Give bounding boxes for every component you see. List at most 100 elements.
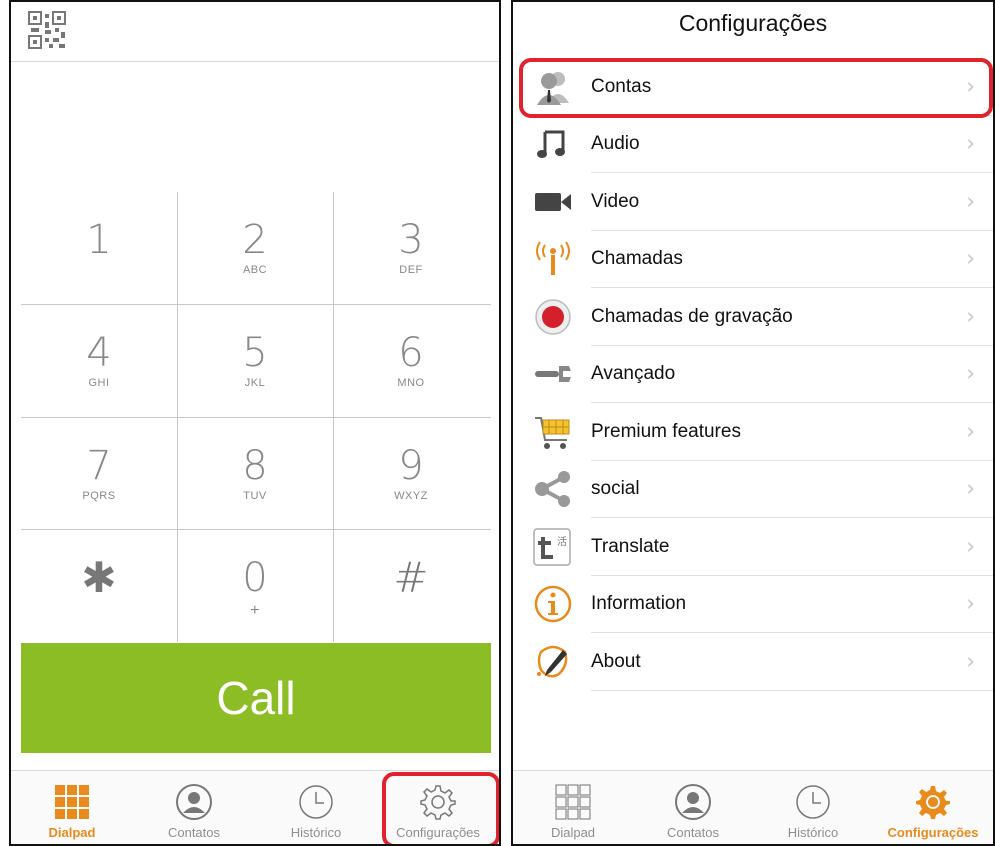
tab-label: Configurações xyxy=(396,825,480,840)
settings-item-video[interactable]: Video › xyxy=(513,173,993,231)
accounts-icon xyxy=(537,71,569,105)
tab-historico[interactable]: Histórico xyxy=(753,771,873,844)
settings-list: Contas › Audio › Video › Chamadas › Cham… xyxy=(513,58,993,691)
key-3[interactable]: 3 DEF xyxy=(333,192,489,304)
dialpad-icon xyxy=(55,785,89,819)
chevron-right-icon: › xyxy=(966,419,975,445)
key-digit: 8 xyxy=(242,443,268,489)
share-icon xyxy=(535,471,570,508)
settings-item-about[interactable]: About › xyxy=(513,633,993,691)
chevron-right-icon: › xyxy=(966,361,975,387)
key-hash[interactable]: # xyxy=(333,530,489,642)
chevron-right-icon: › xyxy=(966,246,975,272)
settings-gear-icon xyxy=(420,785,456,820)
translate-icon: 活 xyxy=(533,528,571,566)
history-icon xyxy=(796,785,830,819)
star-symbol: ✱ xyxy=(81,553,117,602)
history-icon xyxy=(299,785,333,819)
key-0[interactable]: 0 + xyxy=(177,530,333,642)
key-digit: 9 xyxy=(398,443,424,489)
settings-item-label: Information xyxy=(591,593,687,615)
tab-label: Histórico xyxy=(787,825,839,840)
key-letters: TUV xyxy=(243,490,267,502)
key-letters: DEF xyxy=(399,264,423,276)
keypad: 1 2 ABC 3 DEF 4 GHI 5 JKL 6 MNO 7 PQRS 8… xyxy=(11,192,499,642)
settings-item-social[interactable]: social › xyxy=(513,461,993,518)
settings-item-label: Chamadas de gravação xyxy=(591,305,793,327)
about-icon xyxy=(537,645,568,678)
contacts-icon xyxy=(176,784,212,820)
music-note-icon xyxy=(537,130,565,159)
key-digit: 2 xyxy=(242,217,268,263)
wrench-icon xyxy=(535,366,573,383)
key-digit: 0 xyxy=(242,555,268,601)
chevron-right-icon: › xyxy=(966,131,975,157)
settings-screen: Configurações Contas › Audio › Video › C… xyxy=(511,0,995,846)
settings-item-audio[interactable]: Audio › xyxy=(513,116,993,173)
key-letters: WXYZ xyxy=(394,490,428,502)
tab-dialpad[interactable]: Dialpad xyxy=(11,771,133,844)
key-letters: MNO xyxy=(397,377,425,389)
key-digit: 6 xyxy=(398,330,424,376)
call-button[interactable]: Call xyxy=(21,643,491,753)
key-7[interactable]: 7 PQRS xyxy=(21,418,177,530)
shopping-cart-icon xyxy=(535,416,570,449)
key-6[interactable]: 6 MNO xyxy=(333,305,489,417)
settings-item-premium-features[interactable]: Premium features › xyxy=(513,403,993,461)
key-9[interactable]: 9 WXYZ xyxy=(333,418,489,530)
chevron-right-icon: › xyxy=(966,649,975,675)
key-5[interactable]: 5 JKL xyxy=(177,305,333,417)
settings-item-information[interactable]: Information › xyxy=(513,576,993,633)
key-digit: 5 xyxy=(242,330,268,376)
key-letters: PQRS xyxy=(82,490,116,502)
left-tab-bar: Dialpad Contatos Histórico Configurações xyxy=(11,770,499,844)
tab-label: Contatos xyxy=(167,825,221,840)
tab-label: Dialpad xyxy=(48,825,96,840)
tab-configuracoes[interactable]: Configurações xyxy=(873,771,993,844)
right-tab-bar: Dialpad Contatos Histórico Configurações xyxy=(513,770,993,844)
chevron-right-icon: › xyxy=(966,476,975,502)
settings-item-label: About xyxy=(591,650,641,672)
key-8[interactable]: 8 TUV xyxy=(177,418,333,530)
settings-item-translate[interactable]: 活 Translate › xyxy=(513,518,993,576)
settings-item-contas[interactable]: Contas › xyxy=(513,58,993,116)
key-star[interactable]: ✱ xyxy=(21,530,177,642)
key-2[interactable]: 2 ABC xyxy=(177,192,333,304)
settings-item-avancado[interactable]: Avançado › xyxy=(513,346,993,403)
key-digit: 4 xyxy=(86,330,112,376)
tab-label: Dialpad xyxy=(550,825,596,840)
tab-configuracoes[interactable]: Configurações xyxy=(377,771,499,844)
info-icon xyxy=(534,586,572,623)
tab-label: Contatos xyxy=(666,825,720,840)
settings-item-chamadas-de-gravacao[interactable]: Chamadas de gravação › xyxy=(513,288,993,346)
tab-historico[interactable]: Histórico xyxy=(255,771,377,844)
settings-item-label: Premium features xyxy=(591,420,741,442)
key-4[interactable]: 4 GHI xyxy=(21,305,177,417)
tab-label: Histórico xyxy=(290,825,342,840)
key-digit: 3 xyxy=(398,217,424,263)
settings-item-label: Audio xyxy=(591,133,640,155)
chevron-right-icon: › xyxy=(966,189,975,215)
key-digit: 7 xyxy=(86,443,112,489)
key-digit: 1 xyxy=(86,217,112,263)
key-1[interactable]: 1 xyxy=(21,192,177,304)
tab-label: Configurações xyxy=(887,825,979,840)
page-title: Configurações xyxy=(678,10,828,36)
tab-dialpad[interactable]: Dialpad xyxy=(513,771,633,844)
settings-item-chamadas[interactable]: Chamadas › xyxy=(513,231,993,288)
tab-contatos[interactable]: Contatos xyxy=(133,771,255,844)
chevron-right-icon: › xyxy=(966,591,975,617)
contacts-icon xyxy=(675,784,711,820)
dialpad-icon xyxy=(555,784,591,820)
settings-item-label: Video xyxy=(591,190,640,212)
settings-item-label: Translate xyxy=(591,535,670,557)
tab-contatos[interactable]: Contatos xyxy=(633,771,753,844)
qr-code-icon[interactable] xyxy=(27,10,67,50)
key-letters: + xyxy=(250,602,260,619)
key-letters: JKL xyxy=(244,377,266,389)
key-letters: ABC xyxy=(242,264,268,276)
settings-item-label: social xyxy=(591,478,640,500)
chevron-right-icon: › xyxy=(966,74,975,100)
antenna-icon xyxy=(536,241,570,276)
svg-text:活: 活 xyxy=(557,536,567,548)
